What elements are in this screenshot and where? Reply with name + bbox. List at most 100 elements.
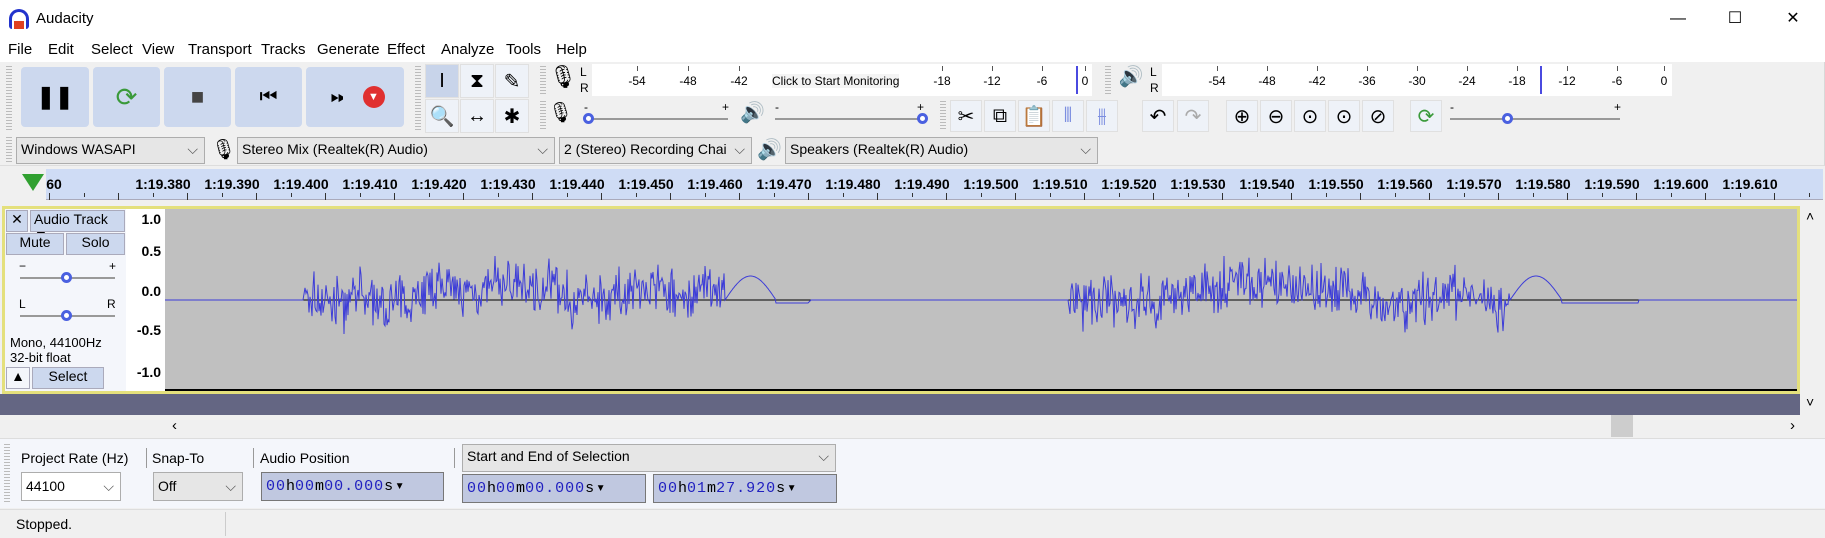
start-monitoring-prompt[interactable]: Click to Start Monitoring [772, 74, 900, 88]
envelope-tool-button[interactable]: ⧗ [460, 64, 494, 98]
record-button[interactable]: ▼ [343, 67, 404, 127]
selection-end-time[interactable]: 00h01m27.920s ▾ [653, 474, 837, 503]
undo-button[interactable]: ↶ [1142, 100, 1174, 132]
menu-tracks[interactable]: Tracks [261, 41, 305, 58]
pause-button[interactable]: ❚❚ [21, 67, 89, 127]
recording-channels-select[interactable]: 2 (Stereo) Recording Chai ⌵ [559, 137, 752, 164]
track-menu-button[interactable]: Audio Track ▼ [30, 210, 125, 243]
menu-file[interactable]: File [8, 41, 32, 58]
draw-tool-button[interactable]: ✎ [495, 64, 529, 98]
vertical-scrollbar[interactable]: ˄ ˅ [1800, 206, 1825, 415]
time-format-dropdown-icon[interactable]: ▾ [787, 480, 796, 497]
selection-tool-button[interactable]: I [425, 64, 459, 98]
audio-host-select[interactable]: Windows WASAPI ⌵ [16, 137, 205, 164]
menu-generate[interactable]: Generate [317, 41, 380, 58]
stop-button[interactable]: ■ [164, 67, 231, 127]
waveform[interactable] [165, 209, 1797, 389]
scroll-down-icon[interactable]: ˅ [1806, 394, 1814, 410]
fit-selection-button[interactable]: ⊙ [1294, 100, 1326, 132]
play-at-speed-button[interactable]: ⟳ [1410, 100, 1442, 132]
play-speed-knob[interactable] [1502, 113, 1513, 124]
zoom-tool-button[interactable]: 🔍 [425, 99, 459, 133]
paste-button[interactable]: 📋 [1018, 100, 1050, 132]
menu-select[interactable]: Select [91, 41, 133, 58]
scroll-up-icon[interactable]: ˄ [1806, 208, 1814, 224]
menu-tools[interactable]: Tools [506, 41, 541, 58]
zoom-toggle-button[interactable]: ⊘ [1362, 100, 1394, 132]
record-icon: ▼ [362, 86, 385, 108]
meter-tick-label: -18 [1508, 74, 1526, 88]
minimize-button[interactable]: — [1650, 0, 1706, 38]
ruler-tick [1739, 193, 1741, 197]
mic-volume-knob[interactable] [583, 113, 594, 124]
scroll-thumb[interactable] [1611, 415, 1633, 437]
skip-to-start-button[interactable]: ⏮ [235, 67, 302, 127]
record-meter-grip[interactable] [540, 66, 546, 96]
close-button[interactable]: ✕ [1765, 0, 1821, 38]
zoom-out-button[interactable]: ⊖ [1260, 100, 1292, 132]
scroll-right-icon[interactable]: › [1790, 417, 1795, 434]
device-grip[interactable] [6, 137, 12, 163]
recording-device-select[interactable]: Stereo Mix (Realtek(R) Audio) ⌵ [237, 137, 555, 164]
track-close-button[interactable]: ✕ [6, 210, 28, 232]
menu-edit[interactable]: Edit [48, 41, 74, 58]
project-rate-select[interactable]: 44100 ⌵ [21, 472, 121, 501]
redo-button[interactable]: ↷ [1177, 100, 1209, 132]
menu-transport[interactable]: Transport [188, 41, 252, 58]
microphone-icon[interactable]: 🎙 [548, 64, 578, 96]
select-track-button[interactable]: Select [32, 367, 104, 389]
solo-button[interactable]: Solo [66, 233, 125, 255]
menu-help[interactable]: Help [556, 41, 587, 58]
mic-volume-slider[interactable] [588, 118, 728, 120]
loop-button[interactable]: ⟳ [93, 67, 160, 127]
trim-audio-button[interactable]: ⫴ [1052, 100, 1084, 132]
playback-meter[interactable]: -54 -48 -42 -36 -30 -24 -18 -12 -6 0 [1162, 64, 1672, 96]
speaker-volume-slider[interactable] [775, 118, 925, 120]
play-meter-grip[interactable] [1105, 66, 1111, 96]
transport-grip[interactable] [6, 66, 12, 130]
record-meter[interactable]: Click to Start Monitoring -54 -48 -42 -18 -1… [592, 64, 1092, 96]
selection-grip[interactable] [4, 444, 10, 504]
ruler-label: 1:19.450 [618, 176, 674, 192]
vertical-ruler[interactable]: 1.0 0.5 0.0 -0.5 -1.0 [126, 209, 165, 391]
collapse-button[interactable]: ▲ [6, 367, 30, 389]
mixer-grip[interactable] [540, 101, 546, 131]
status-bar: Stopped. [0, 509, 1825, 538]
play-head-icon[interactable] [22, 174, 44, 191]
multi-tool-button[interactable]: ✱ [495, 99, 529, 133]
tools-grip[interactable] [415, 66, 421, 130]
silence-audio-button[interactable]: ⫵ [1086, 100, 1118, 132]
speaker-volume-knob[interactable] [917, 113, 928, 124]
selection-start-time[interactable]: 00h00m00.000s ▾ [462, 474, 646, 503]
play-speed-slider[interactable] [1450, 118, 1620, 120]
time-format-dropdown-icon[interactable]: ▾ [395, 478, 404, 495]
ruler-tick [601, 193, 602, 200]
scroll-left-icon[interactable]: ‹ [172, 417, 177, 434]
timeline-ruler[interactable]: 60 1:19.380 1:19.390 1:19.400 1:19.410 1:19.… [46, 169, 1823, 200]
time-format-dropdown-icon[interactable]: ▾ [596, 480, 605, 497]
fit-project-button[interactable]: ⊙ [1328, 100, 1360, 132]
menu-view[interactable]: View [142, 41, 174, 58]
zoom-in-button[interactable]: ⊕ [1226, 100, 1258, 132]
speaker-icon[interactable]: 🔊 [1116, 64, 1146, 96]
audio-position-time[interactable]: 00h00m00.000s ▾ [261, 472, 444, 501]
meter-tick-mark [688, 66, 689, 71]
playback-device-select[interactable]: Speakers (Realtek(R) Audio) ⌵ [785, 137, 1098, 164]
cut-button[interactable]: ✂ [950, 100, 982, 132]
ruler-label: 1:19.400 [273, 176, 329, 192]
gain-knob[interactable] [61, 272, 72, 283]
mute-button[interactable]: Mute [6, 233, 64, 255]
ruler-tick [221, 193, 223, 197]
ruler-tick [1360, 193, 1361, 200]
menu-effect[interactable]: Effect [387, 41, 425, 58]
copy-button[interactable]: ⧉ [984, 100, 1016, 132]
snap-to-select[interactable]: Off ⌵ [153, 472, 243, 501]
pan-knob[interactable] [61, 310, 72, 321]
edit-grip[interactable] [940, 101, 946, 131]
selection-mode-select[interactable]: Start and End of Selection ⌵ [462, 444, 836, 472]
time-shift-tool-button[interactable]: ↔ [460, 99, 494, 133]
menu-analyze[interactable]: Analyze [441, 41, 494, 58]
meter-tick-label: -54 [1208, 74, 1226, 88]
horizontal-scrollbar[interactable]: ‹ › [0, 415, 1825, 437]
maximize-button[interactable]: ☐ [1707, 0, 1763, 38]
